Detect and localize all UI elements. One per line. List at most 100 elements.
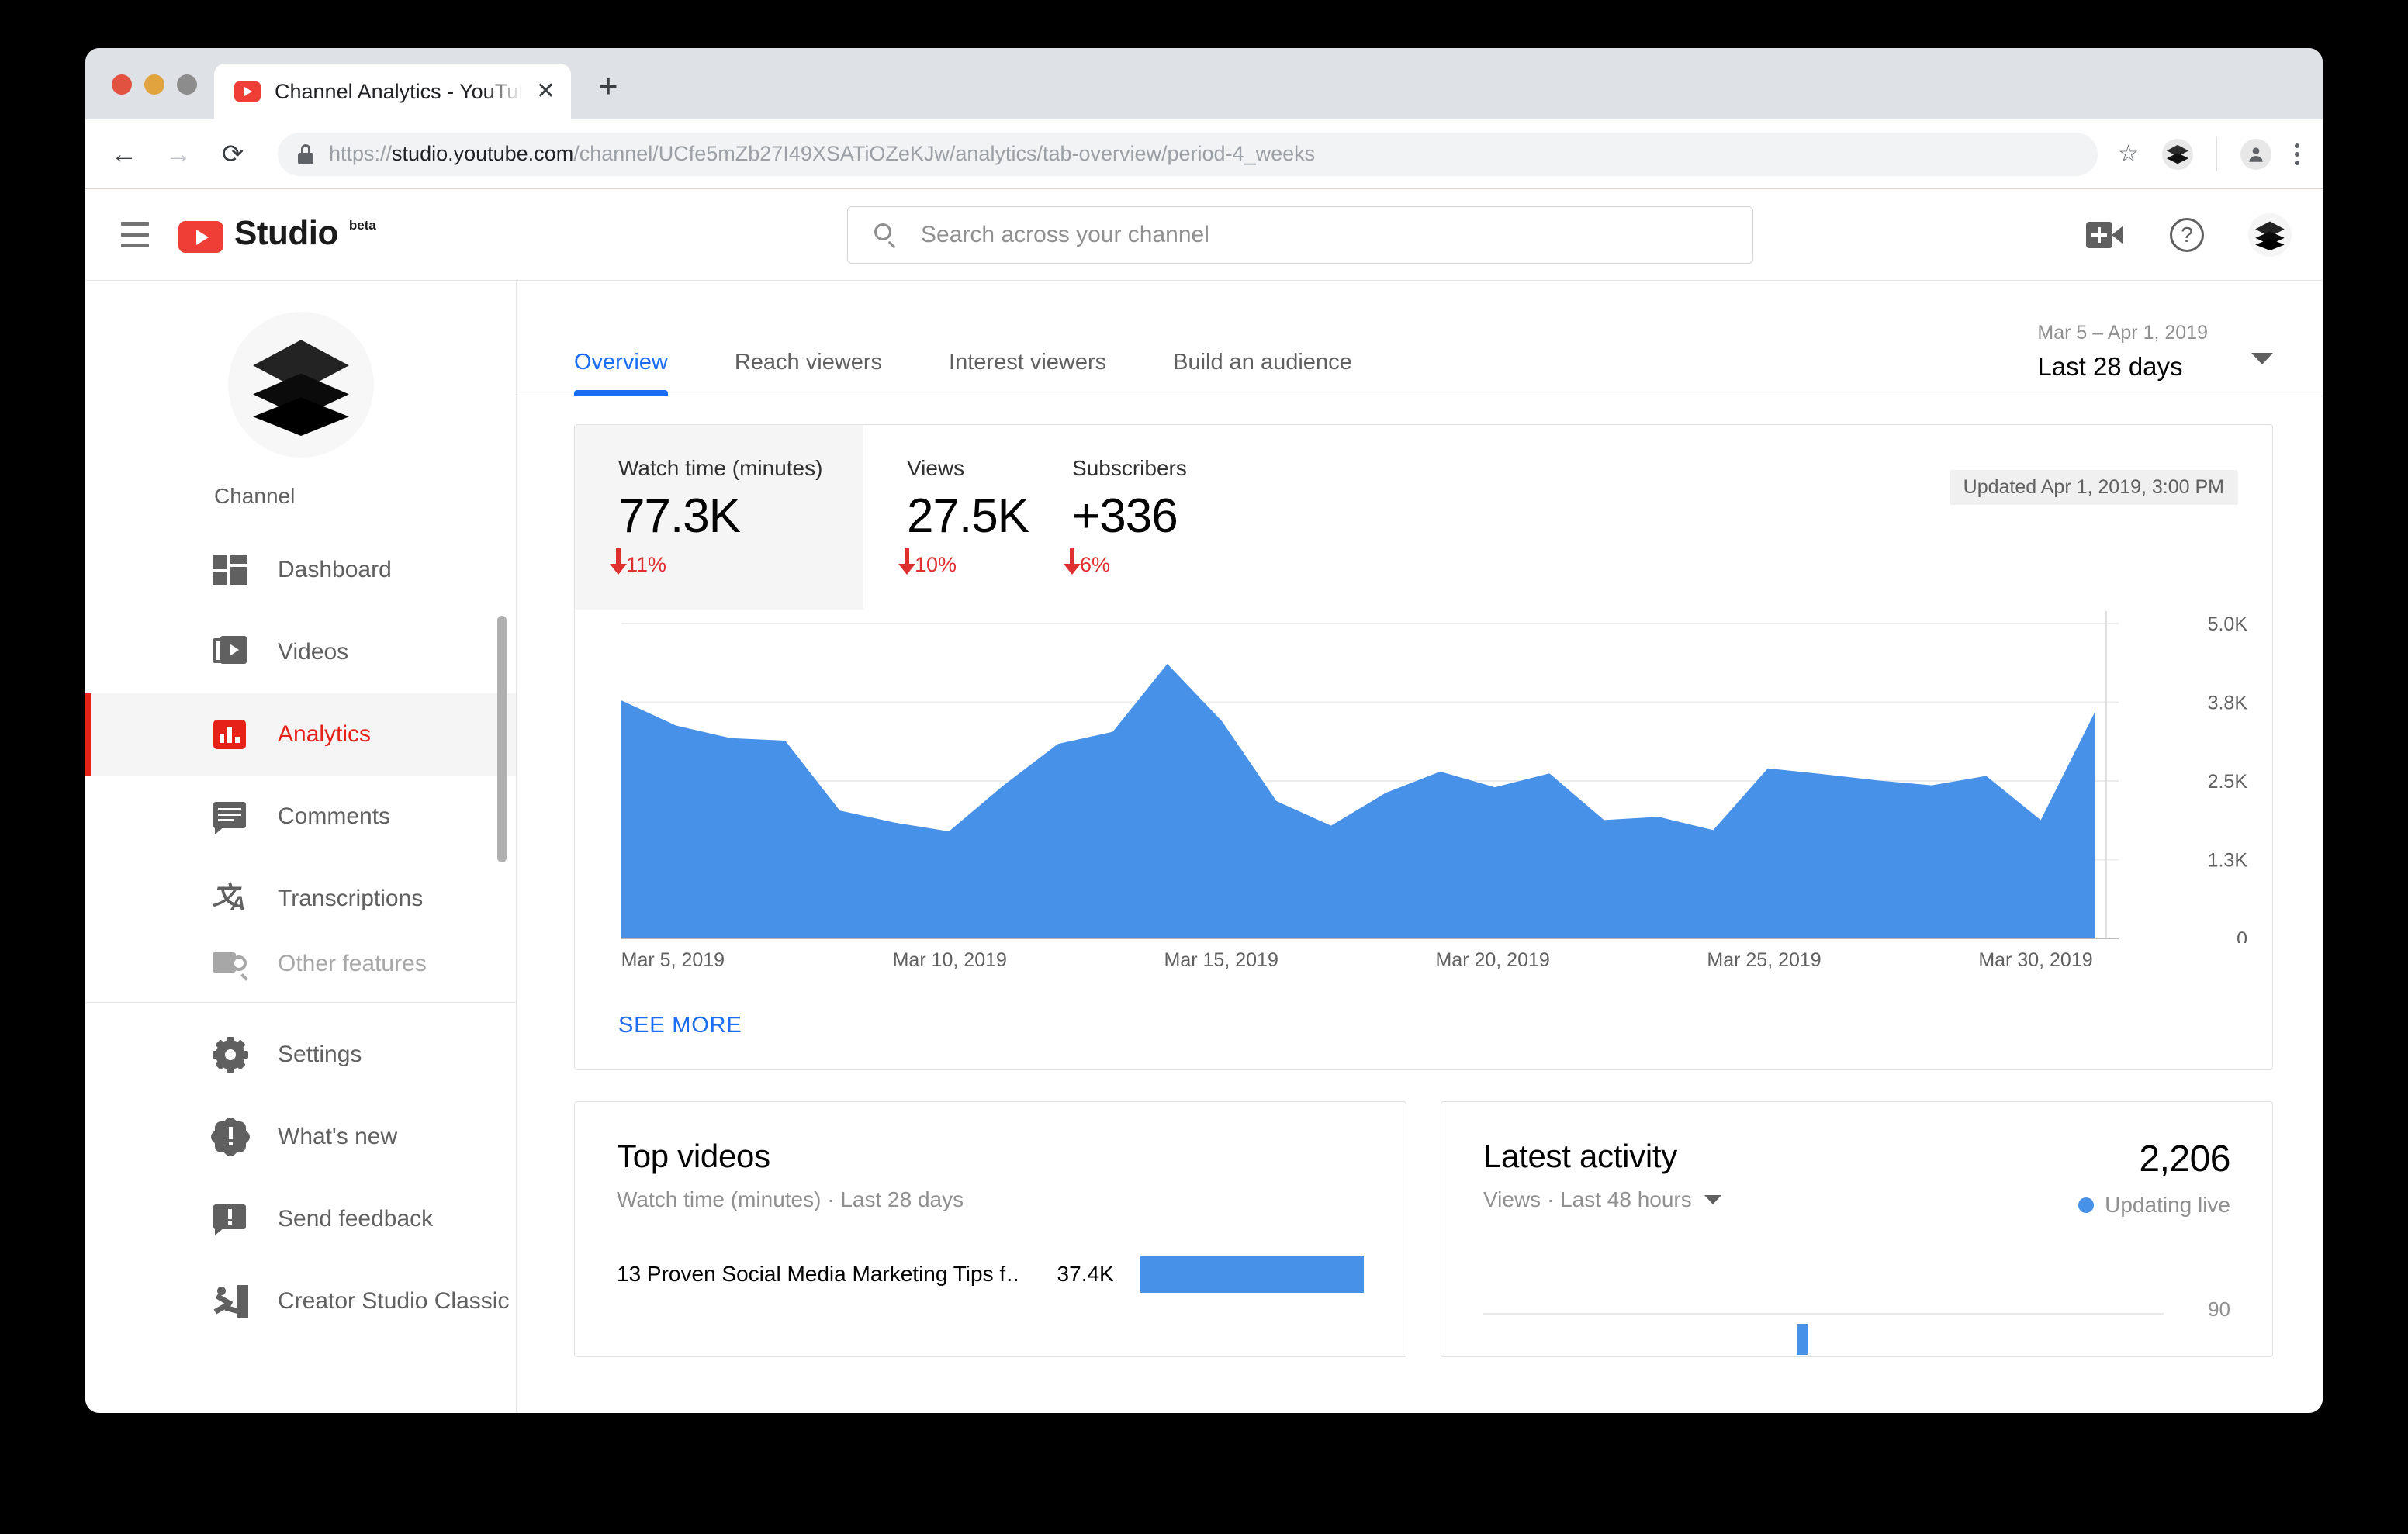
updating-live-label: Updating live	[2105, 1193, 2230, 1218]
sidebar-item-videos[interactable]: Videos	[85, 611, 516, 693]
search-input[interactable]	[921, 221, 1726, 248]
sidebar-item-settings[interactable]: Settings	[85, 1014, 516, 1096]
metric-value: 77.3K	[618, 489, 741, 543]
tab-list: Overview Reach viewers Interest viewers …	[574, 350, 1386, 396]
bookmark-star-icon[interactable]: ☆	[2118, 140, 2139, 168]
sidebar-item-label: Videos	[278, 639, 349, 665]
minimize-window-button[interactable]	[144, 74, 164, 95]
studio-wordmark: Studio	[234, 214, 338, 252]
latest-activity-card: Latest activity Views · Last 48 hours 2,…	[1441, 1101, 2273, 1358]
create-video-button[interactable]	[2084, 214, 2126, 256]
top-videos-title: Top videos	[617, 1138, 770, 1175]
main-content: Overview Reach viewers Interest viewers …	[517, 281, 2323, 1413]
lock-icon	[298, 143, 313, 164]
profile-avatar[interactable]	[2240, 138, 2271, 170]
overview-card: Updated Apr 1, 2019, 3:00 PM Watch time …	[574, 424, 2273, 1071]
extension-icon[interactable]	[2162, 138, 2193, 170]
layers-icon	[2166, 144, 2189, 164]
sidebar-item-analytics[interactable]: Analytics	[85, 693, 516, 776]
desktop-background: Channel Analytics - YouTube Studio ✕ + ←…	[0, 0, 2408, 1534]
metric-views[interactable]: Views 27.5K 10%	[863, 425, 1029, 610]
latest-activity-count: 2,206	[2139, 1138, 2230, 1180]
sidebar-scrollbar[interactable]	[497, 616, 507, 862]
metric-label: Views	[907, 456, 965, 480]
person-icon	[2249, 147, 2263, 162]
metric-label: Watch time (minutes)	[618, 456, 823, 480]
tab-label: Reach viewers	[734, 350, 883, 375]
chart-x-tick-label: Mar 25, 2019	[1707, 949, 1822, 972]
sidebar-section-label: Channel	[214, 484, 296, 508]
close-tab-icon[interactable]: ✕	[536, 80, 555, 103]
tab-build-an-audience[interactable]: Build an audience	[1173, 350, 1386, 396]
browser-menu-button[interactable]	[2295, 143, 2299, 165]
browser-tab[interactable]: Channel Analytics - YouTube Studio ✕	[214, 64, 571, 119]
buffer-layers-icon	[252, 340, 349, 436]
url-path: /channel/UCfe5mZb27I49XSATiOZeKJw/analyt…	[573, 142, 1316, 165]
date-range-preset: Last 28 days	[2037, 352, 2183, 381]
studio-logo[interactable]: Studio beta	[178, 216, 376, 253]
sidebar-item-send-feedback[interactable]: Send feedback	[85, 1178, 516, 1260]
menu-icon[interactable]	[85, 222, 178, 247]
sidebar-divider	[85, 1002, 516, 1003]
youtube-logo-icon	[178, 221, 223, 253]
table-row[interactable]: 13 Proven Social Media Marketing Tips f……	[617, 1256, 1364, 1294]
reload-button[interactable]: ⟳	[216, 141, 250, 168]
date-range-picker[interactable]: Mar 5 – Apr 1, 2019 Last 28 days	[2037, 322, 2273, 396]
live-dot-icon	[2078, 1197, 2095, 1214]
chevron-down-icon[interactable]	[1704, 1195, 1721, 1205]
chevron-down-icon[interactable]	[2251, 353, 2273, 364]
sidebar-item-label: Settings	[278, 1042, 362, 1067]
date-range-text: Mar 5 – Apr 1, 2019	[2037, 322, 2208, 344]
chart-x-tick-label: Mar 15, 2019	[1164, 949, 1278, 972]
see-more-link[interactable]: SEE MORE	[618, 1013, 742, 1038]
tab-overview[interactable]: Overview	[574, 350, 702, 396]
metric-subscribers[interactable]: Subscribers +336 6%	[1029, 425, 1187, 610]
metric-delta: 11%	[610, 548, 863, 577]
sidebar-item-other-features[interactable]: Other features	[85, 940, 516, 988]
new-tab-button[interactable]: +	[571, 70, 618, 119]
address-bar[interactable]: https://studio.youtube.com/channel/UCfe5…	[278, 132, 2098, 176]
watch-time-area-chart[interactable]: 0 1.3K 2.5K 3.8K 5.0K Mar 5, 2019 Mar 10, 201…	[575, 610, 2272, 991]
sidebar-item-dashboard[interactable]: Dashboard	[85, 529, 516, 611]
channel-avatar[interactable]	[227, 312, 374, 458]
forward-button[interactable]: →	[161, 141, 195, 168]
channel-search[interactable]	[847, 206, 1753, 264]
youtube-favicon	[234, 81, 261, 102]
chart-x-tick-label: Mar 5, 2019	[621, 949, 725, 972]
help-button[interactable]: ?	[2166, 214, 2208, 256]
sidebar-item-label: What's new	[278, 1124, 398, 1149]
metric-delta: 10%	[898, 548, 1029, 577]
tab-title: Channel Analytics - YouTube Studio	[275, 79, 522, 103]
chart-y-tick-label: 1.3K	[2208, 850, 2248, 872]
metric-row: Watch time (minutes) 77.3K 11% Views 27.…	[575, 425, 2272, 610]
omnibox-actions: ☆	[2118, 136, 2299, 171]
sidebar-item-transcriptions[interactable]: 文A Transcriptions	[85, 858, 516, 940]
sidebar-item-label: Dashboard	[278, 557, 392, 582]
maximize-window-button[interactable]	[177, 74, 197, 95]
tab-reach-viewers[interactable]: Reach viewers	[735, 350, 916, 396]
sidebar-item-creator-studio-classic[interactable]: Creator Studio Classic	[85, 1260, 516, 1342]
sidebar-item-label: Creator Studio Classic	[278, 1288, 510, 1314]
back-button[interactable]: ←	[107, 141, 141, 168]
latest-activity-metric-selector[interactable]: Views · Last 48 hours	[1483, 1187, 1721, 1212]
chart-y-tick-label: 2.5K	[2208, 771, 2248, 793]
top-videos-subtitle-text: Watch time (minutes) · Last 28 days	[617, 1187, 964, 1212]
channel-avatar-wrap	[85, 302, 516, 484]
comments-icon	[213, 799, 248, 834]
tab-interest-viewers[interactable]: Interest viewers	[949, 350, 1140, 396]
url-host: studio.youtube.com	[392, 142, 574, 165]
help-icon: ?	[2170, 217, 2204, 252]
account-avatar[interactable]	[2248, 212, 2292, 257]
close-window-button[interactable]	[112, 74, 132, 95]
url-text: https://studio.youtube.com/channel/UCfe5…	[329, 142, 1315, 166]
videos-icon	[213, 634, 248, 670]
window-controls[interactable]	[85, 74, 214, 119]
chart-area-series	[621, 664, 2095, 939]
metric-watch-time[interactable]: Watch time (minutes) 77.3K 11%	[575, 425, 863, 610]
chart-y-tick-label: 5.0K	[2208, 613, 2248, 635]
sidebar-item-comments[interactable]: Comments	[85, 776, 516, 858]
video-camera-plus-icon	[2086, 221, 2123, 248]
analytics-tab-bar: Overview Reach viewers Interest viewers …	[517, 281, 2323, 396]
sidebar-item-whats-new[interactable]: What's new	[85, 1096, 516, 1178]
gear-icon	[213, 1037, 248, 1073]
